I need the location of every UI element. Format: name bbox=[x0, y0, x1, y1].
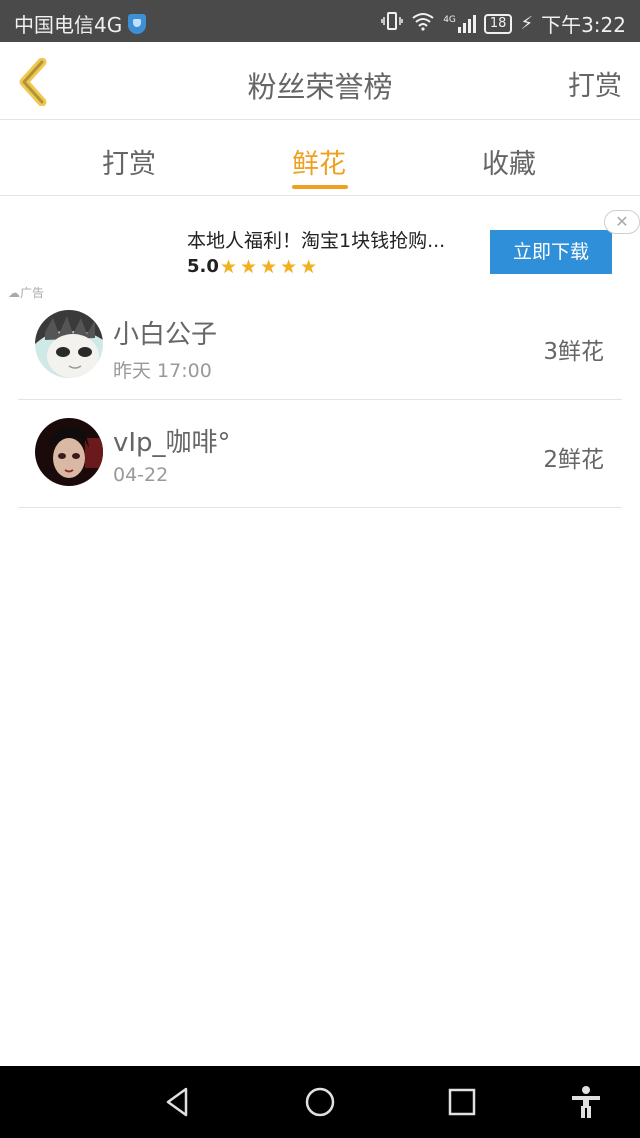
fan-time: 04-22 bbox=[113, 464, 169, 486]
close-ad-button[interactable]: ✕ bbox=[604, 210, 640, 234]
header: 粉丝荣誉榜 打赏 bbox=[0, 42, 640, 120]
list-item[interactable]: vIp_咖啡° 04-22 2鲜花 bbox=[18, 400, 622, 508]
vibrate-icon bbox=[381, 11, 403, 36]
flower-count: 2鲜花 bbox=[543, 447, 604, 473]
ad-rating: 5.0 bbox=[187, 256, 219, 277]
nav-back-button[interactable] bbox=[160, 1084, 196, 1120]
fan-time: 昨天 17:00 bbox=[113, 360, 212, 382]
avatar[interactable] bbox=[35, 418, 103, 486]
triangle-back-icon bbox=[166, 1087, 188, 1117]
carrier-label: 中国电信4G bbox=[14, 13, 123, 37]
tab-favorites[interactable]: 收藏 bbox=[482, 142, 536, 181]
accessibility-icon bbox=[572, 1086, 600, 1118]
nav-home-button[interactable] bbox=[302, 1084, 338, 1120]
reward-button[interactable]: 打赏 bbox=[568, 64, 622, 103]
tab-flowers[interactable]: 鲜花 bbox=[292, 142, 346, 181]
shield-icon bbox=[128, 13, 147, 34]
fan-name: vIp_咖啡° bbox=[113, 428, 231, 458]
navigation-bar bbox=[0, 1066, 640, 1138]
network-type-label: 4G bbox=[443, 14, 456, 25]
wifi-icon bbox=[411, 11, 435, 36]
charging-icon: ⚡ bbox=[520, 13, 534, 34]
tab-bar: 打赏 鲜花 收藏 bbox=[0, 120, 640, 196]
ad-banner[interactable]: 本地人福利！淘宝1块钱抢购... 5.0 ★★★★★ 立即下载 ✕ ☁广告 bbox=[0, 196, 640, 306]
avatar[interactable] bbox=[35, 310, 103, 378]
square-recents-icon bbox=[448, 1088, 476, 1116]
signal-icon: 4G bbox=[443, 14, 476, 33]
nav-recents-button[interactable] bbox=[444, 1084, 480, 1120]
clock-label: 下午3:22 bbox=[541, 13, 626, 37]
ad-title: 本地人福利！淘宝1块钱抢购... bbox=[187, 230, 446, 252]
accessibility-button[interactable] bbox=[568, 1084, 604, 1120]
download-button[interactable]: 立即下载 bbox=[490, 230, 612, 274]
flower-count: 3鲜花 bbox=[543, 339, 604, 365]
status-bar: 中国电信4G 4G 18 ⚡ 下午3:22 bbox=[0, 0, 640, 42]
star-rating-icon: ★★★★★ bbox=[220, 256, 321, 278]
page-title: 粉丝荣誉榜 bbox=[247, 70, 393, 104]
tab-reward[interactable]: 打赏 bbox=[102, 142, 156, 181]
circle-home-icon bbox=[305, 1087, 335, 1117]
list-item[interactable]: 小白公子 昨天 17:00 3鲜花 bbox=[18, 292, 622, 400]
fan-name: 小白公子 bbox=[113, 320, 218, 350]
battery-icon: 18 bbox=[483, 13, 513, 34]
active-tab-indicator bbox=[292, 185, 348, 189]
